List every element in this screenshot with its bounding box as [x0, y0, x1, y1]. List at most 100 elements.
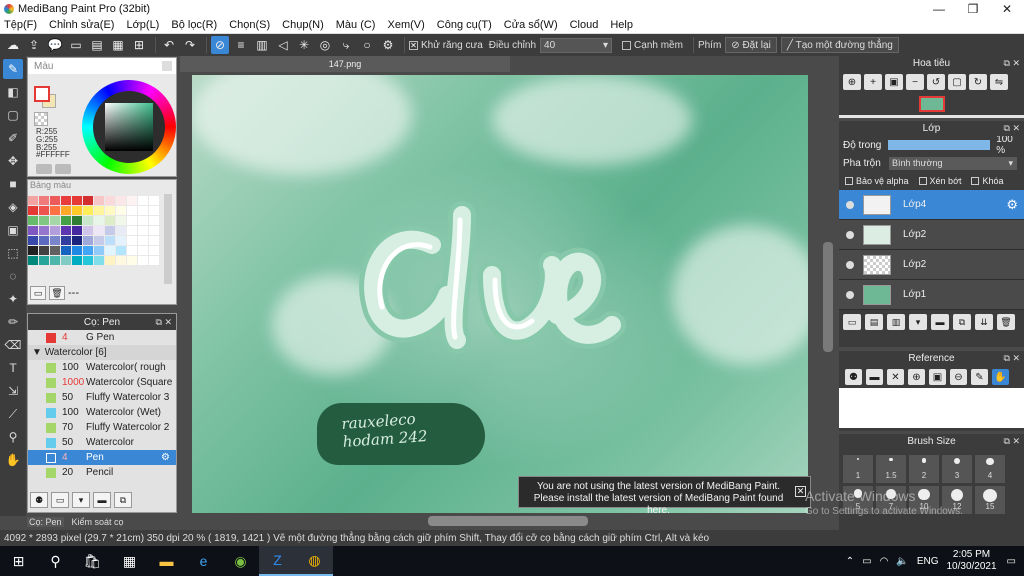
color-swatch[interactable] [105, 226, 115, 235]
concentric-snap-icon[interactable]: ◎ [316, 36, 334, 54]
drawing-canvas[interactable]: rauxeleco hodam 242 [192, 75, 808, 513]
color-swatch[interactable] [50, 226, 60, 235]
brush-size-preset[interactable]: 2 [909, 455, 939, 483]
panel-close-icon[interactable]: ⧉ ✕ [156, 317, 172, 328]
color-swatch[interactable] [127, 246, 137, 255]
operation-tool-icon[interactable]: ⇲ [3, 381, 23, 401]
brush-item[interactable]: 50 Fluffy Watercolor 3 [28, 390, 176, 405]
brush-menu-icon[interactable]: ▾ [72, 492, 90, 508]
clipping-checkbox[interactable]: Xén bớt [918, 176, 961, 186]
color-swatch[interactable] [105, 216, 115, 225]
scroll-thumb[interactable] [823, 242, 833, 352]
color-swatch[interactable] [149, 196, 159, 205]
maximize-button[interactable]: ❐ [956, 0, 990, 17]
hand-tool-icon[interactable]: ✋ [3, 450, 23, 470]
eyedropper-icon[interactable]: ✎ [971, 369, 988, 385]
opacity-slider[interactable] [888, 140, 991, 150]
color-swatch[interactable] [116, 206, 126, 215]
color-swatch[interactable] [149, 236, 159, 245]
tab-brush[interactable]: Cọ: Pen [27, 517, 64, 527]
color-swatch[interactable] [127, 256, 137, 265]
color-swatch[interactable] [83, 226, 93, 235]
color-swatch[interactable] [28, 206, 38, 215]
zoom-out-icon[interactable]: ⊖ [950, 369, 967, 385]
layer-row[interactable]: Lớp2 [839, 220, 1024, 250]
color-swatch[interactable] [28, 236, 38, 245]
color-swatch[interactable] [138, 246, 148, 255]
cloud-icon[interactable]: ☁ [4, 36, 22, 54]
layer-row[interactable]: Lớp2 [839, 250, 1024, 280]
gear-icon[interactable]: ⚙ [1006, 197, 1018, 213]
color-swatch[interactable] [105, 206, 115, 215]
merge-layer-icon[interactable]: ⇊ [975, 314, 993, 330]
color-wheel[interactable] [82, 80, 176, 174]
color-swatch[interactable] [28, 246, 38, 255]
menu-color[interactable]: Màu (C) [336, 19, 376, 31]
brush-item[interactable]: 70 Fluffy Watercolor 2 [28, 420, 176, 435]
collapse-icon[interactable] [162, 61, 172, 71]
select-tool-icon[interactable]: ⬚ [3, 243, 23, 263]
windows-grid-icon[interactable]: ▦ [111, 546, 148, 576]
color-swatch[interactable] [83, 206, 93, 215]
color-swatch[interactable] [116, 236, 126, 245]
brush-size-preset[interactable]: 15 [975, 486, 1005, 514]
undo-icon[interactable]: ↶ [160, 36, 178, 54]
snap-off-icon[interactable]: ⊘ [211, 36, 229, 54]
color-swatch[interactable] [138, 226, 148, 235]
vertical-scrollbar[interactable] [822, 72, 834, 524]
color-swatch[interactable] [83, 236, 93, 245]
start-windows-icon[interactable]: ⊞ [0, 546, 37, 576]
color-swatch[interactable] [94, 196, 104, 205]
soft-edge-checkbox[interactable]: Cạnh mềm [622, 40, 683, 51]
color-swatch[interactable] [83, 246, 93, 255]
fit-icon[interactable]: ▣ [929, 369, 946, 385]
protect-alpha-checkbox[interactable]: Bảo vệ alpha [845, 176, 909, 186]
zoom-in-icon[interactable]: + [864, 74, 882, 90]
search-icon[interactable]: ⚲ [37, 546, 74, 576]
visibility-eye-icon[interactable] [846, 200, 854, 209]
color-swatch[interactable] [72, 206, 82, 215]
wheel-mode-button[interactable] [36, 164, 52, 174]
color-swatch[interactable] [50, 216, 60, 225]
close-button[interactable]: ✕ [990, 0, 1024, 17]
new-palette-icon[interactable]: ▭ [30, 286, 46, 300]
fill-rect-tool-icon[interactable]: ■ [3, 174, 23, 194]
new-brush-icon[interactable]: ▭ [51, 492, 69, 508]
zoom-in-icon[interactable]: ⊕ [908, 369, 925, 385]
move-tool-icon[interactable]: ✥ [3, 151, 23, 171]
color-swatch[interactable] [116, 196, 126, 205]
adjust-select[interactable]: 40 ▾ [540, 37, 613, 53]
panel-close-icon[interactable]: ⧉ ✕ [1004, 123, 1020, 134]
color-swatch[interactable] [138, 256, 148, 265]
color-swatch[interactable] [105, 246, 115, 255]
hand-icon[interactable]: ✋ [992, 369, 1009, 385]
edge-icon[interactable]: e [185, 546, 222, 576]
foreground-color-swatch[interactable] [34, 86, 50, 102]
magic-wand-tool-icon[interactable]: ✦ [3, 289, 23, 309]
lock-checkbox[interactable]: Khóa [971, 176, 1004, 186]
grid-icon[interactable]: ⊞ [130, 36, 148, 54]
color-swatch[interactable] [61, 196, 71, 205]
gear-icon[interactable]: ⚙ [161, 452, 170, 463]
color-swatch[interactable] [127, 196, 137, 205]
reference-view[interactable] [839, 388, 1024, 428]
color-swatch[interactable] [127, 226, 137, 235]
color-swatch[interactable] [127, 216, 137, 225]
notification-icon[interactable]: ▭ [1007, 556, 1016, 567]
brush-size-preset[interactable]: 3 [942, 455, 972, 483]
color-swatch[interactable] [105, 196, 115, 205]
color-swatch[interactable] [94, 216, 104, 225]
close-icon[interactable]: ✕ [887, 369, 904, 385]
blend-select[interactable]: Bình thường ▾ [889, 156, 1017, 170]
brush-size-preset[interactable]: 1 [843, 455, 873, 483]
lasso-tool-icon[interactable]: ◌ [3, 266, 23, 286]
color-swatch[interactable] [61, 246, 71, 255]
visibility-eye-icon[interactable] [846, 260, 854, 269]
chrome-icon[interactable]: ◍ [296, 546, 333, 576]
gradient-tool-icon[interactable]: ▣ [3, 220, 23, 240]
menu-snap[interactable]: Chụp(N) [282, 19, 324, 31]
scroll-thumb[interactable] [428, 516, 588, 526]
zalo-icon[interactable]: Z [259, 546, 296, 576]
color-swatch[interactable] [72, 236, 82, 245]
duplicate-layer-icon[interactable]: ⧉ [953, 314, 971, 330]
